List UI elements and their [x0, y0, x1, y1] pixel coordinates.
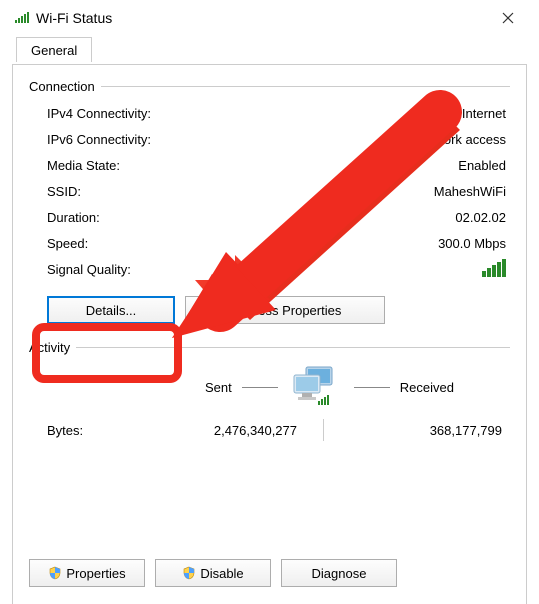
ipv6-value: No network access	[396, 132, 506, 147]
ipv4-value: Internet	[462, 106, 506, 121]
divider	[101, 86, 510, 87]
bytes-row: Bytes: 2,476,340,277 368,177,799	[29, 415, 510, 441]
tab-general[interactable]: General	[16, 37, 92, 62]
media-state-value: Enabled	[458, 158, 506, 173]
divider	[242, 387, 278, 388]
signal-quality-value	[482, 259, 506, 280]
row-ipv6: IPv6 Connectivity: No network access	[47, 126, 506, 152]
group-activity-header: Activity	[29, 340, 510, 355]
tab-strip: General	[0, 36, 539, 64]
wireless-properties-button[interactable]: Wireless Properties	[185, 296, 385, 324]
signal-bars-icon	[482, 259, 506, 277]
ssid-value: MaheshWiFi	[434, 184, 506, 199]
properties-button-label: Properties	[66, 566, 125, 581]
ipv6-label: IPv6 Connectivity:	[47, 132, 151, 147]
duration-label: Duration:	[47, 210, 100, 225]
media-state-label: Media State:	[47, 158, 120, 173]
divider	[76, 347, 510, 348]
row-signal-quality: Signal Quality:	[47, 256, 506, 282]
disable-button[interactable]: Disable	[155, 559, 271, 587]
window-titlebar: Wi-Fi Status	[0, 0, 539, 36]
bytes-label: Bytes:	[47, 423, 127, 438]
divider	[354, 387, 390, 388]
bytes-sent-value: 2,476,340,277	[127, 423, 315, 438]
signal-quality-label: Signal Quality:	[47, 262, 131, 277]
bytes-received-value: 368,177,799	[332, 423, 506, 438]
properties-button[interactable]: Properties	[29, 559, 145, 587]
shield-icon	[48, 566, 62, 580]
speed-value: 300.0 Mbps	[438, 236, 506, 251]
wifi-icon	[14, 9, 30, 28]
row-media-state: Media State: Enabled	[47, 152, 506, 178]
window-title: Wi-Fi Status	[36, 10, 485, 26]
diagnose-button-label: Diagnose	[312, 566, 367, 581]
ipv4-label: IPv4 Connectivity:	[47, 106, 151, 121]
close-icon	[502, 12, 514, 24]
group-connection-label: Connection	[29, 79, 95, 94]
row-ssid: SSID: MaheshWiFi	[47, 178, 506, 204]
network-activity-icon	[288, 365, 344, 409]
speed-label: Speed:	[47, 236, 88, 251]
details-button[interactable]: Details...	[47, 296, 175, 324]
disable-button-label: Disable	[200, 566, 243, 581]
row-speed: Speed: 300.0 Mbps	[47, 230, 506, 256]
group-connection-header: Connection	[29, 79, 510, 94]
received-label: Received	[400, 380, 454, 395]
tab-panel-general: Connection IPv4 Connectivity: Internet I…	[12, 64, 527, 604]
close-button[interactable]	[485, 3, 531, 33]
duration-value: 02.02.02	[455, 210, 506, 225]
row-duration: Duration: 02.02.02	[47, 204, 506, 230]
shield-icon	[182, 566, 196, 580]
sent-label: Sent	[205, 380, 232, 395]
activity-indicator-row: Sent	[29, 365, 510, 409]
group-activity-label: Activity	[29, 340, 70, 355]
ssid-label: SSID:	[47, 184, 81, 199]
diagnose-button[interactable]: Diagnose	[281, 559, 397, 587]
divider	[323, 419, 324, 441]
row-ipv4: IPv4 Connectivity: Internet	[47, 100, 506, 126]
